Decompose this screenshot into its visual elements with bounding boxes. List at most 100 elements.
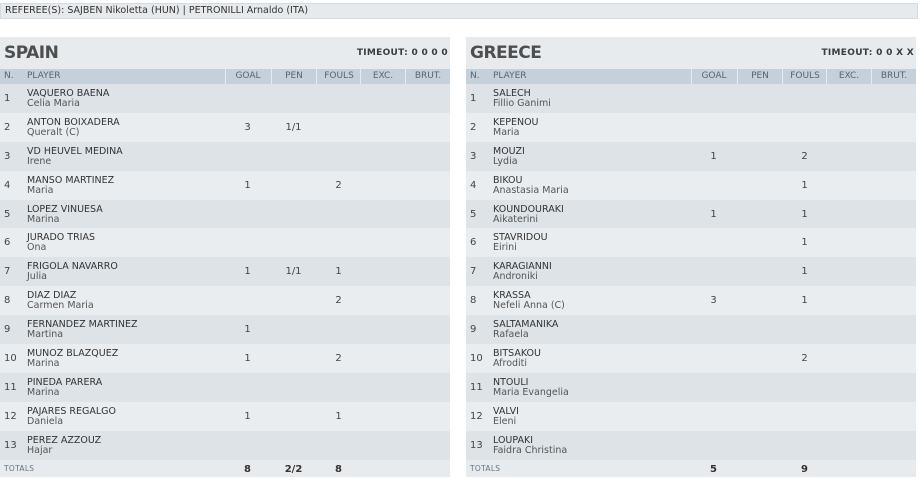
player-row: 8 DIAZ DIAZ Carmen Maria 2 bbox=[0, 286, 450, 316]
col-brut-header: BRUT. bbox=[405, 69, 450, 84]
player-goals: 1 bbox=[244, 324, 251, 336]
player-number: 9 bbox=[470, 324, 477, 336]
player-number: 7 bbox=[470, 266, 477, 278]
player-row: 8 KRASSA Nefeli Anna (C) 3 1 bbox=[466, 286, 916, 316]
player-first-name: Lydia bbox=[493, 155, 518, 167]
player-goals: 1 bbox=[244, 410, 251, 422]
player-first-name: Julia bbox=[27, 271, 47, 283]
player-row: 7 KARAGIANNI Androniki 1 bbox=[466, 257, 916, 287]
player-first-name: Carmen Maria bbox=[27, 300, 94, 312]
team-header: GREECE TIMEOUT: 0 0 X X bbox=[466, 37, 916, 69]
player-row: 1 VAQUERO BAENA Celia Maria bbox=[0, 84, 450, 113]
player-number: 4 bbox=[470, 179, 477, 191]
player-goals: 3 bbox=[710, 295, 717, 307]
player-row: 12 VALVI Eleni bbox=[466, 401, 916, 431]
player-first-name: Maria Evangelia bbox=[493, 386, 569, 398]
player-first-name: Maria bbox=[493, 126, 520, 138]
player-penalties: 1/1 bbox=[285, 266, 302, 278]
player-first-name: Faidra Christina bbox=[493, 444, 568, 456]
player-rows: 1 SALECH Fillio Ganimi 2 KEPENOU Maria 3 MOUZI L… bbox=[466, 84, 916, 460]
player-first-name: Marina bbox=[27, 358, 60, 370]
player-number: 13 bbox=[4, 439, 17, 451]
player-row: 6 JURADO TRIAS Ona bbox=[0, 228, 450, 258]
team-header: SPAIN TIMEOUT: 0 0 0 0 bbox=[0, 37, 450, 69]
player-number: 7 bbox=[4, 266, 11, 278]
player-first-name: Anastasia Maria bbox=[493, 184, 569, 196]
totals-fouls: 9 bbox=[801, 463, 808, 475]
player-fouls: 1 bbox=[801, 266, 808, 278]
player-number: 5 bbox=[470, 208, 477, 220]
player-number: 12 bbox=[4, 410, 17, 422]
player-first-name: Marina bbox=[27, 386, 60, 398]
player-first-name: Androniki bbox=[493, 271, 538, 283]
player-row: 5 KOUNDOURAKI Aikaterini 1 1 bbox=[466, 199, 916, 229]
timeout-info: TIMEOUT: 0 0 0 0 bbox=[356, 48, 448, 58]
player-number: 8 bbox=[470, 295, 477, 307]
totals-row: TOTALS 5 9 bbox=[466, 460, 916, 478]
referee-bar: REFEREE(S): SAJBEN Nikoletta (HUN) | PET… bbox=[0, 3, 918, 19]
player-number: 13 bbox=[470, 439, 483, 451]
player-first-name: Eirini bbox=[493, 242, 517, 254]
totals-goal: 5 bbox=[710, 463, 717, 475]
totals-goal: 8 bbox=[244, 463, 251, 475]
player-goals: 1 bbox=[710, 208, 717, 220]
player-first-name: Maria bbox=[27, 184, 54, 196]
player-row: 4 BIKOU Anastasia Maria 1 bbox=[466, 170, 916, 200]
col-goal-header: GOAL bbox=[225, 69, 270, 84]
col-pen-header: PEN bbox=[737, 69, 782, 84]
player-row: 1 SALECH Fillio Ganimi bbox=[466, 84, 916, 113]
player-row: 11 NTOULI Maria Evangelia bbox=[466, 372, 916, 402]
player-rows: 1 VAQUERO BAENA Celia Maria 2 ANTON BOIXADER… bbox=[0, 84, 450, 460]
player-number: 11 bbox=[470, 381, 483, 393]
column-header-row: N. PLAYER GOAL PEN FOULS EXC. BRUT. bbox=[0, 69, 450, 84]
team-panel-spain: SPAIN TIMEOUT: 0 0 0 0 N. PLAYER GOAL PE… bbox=[0, 37, 450, 477]
col-goal-header: GOAL bbox=[691, 69, 736, 84]
player-number: 8 bbox=[4, 295, 11, 307]
player-number: 1 bbox=[470, 93, 477, 104]
player-number: 9 bbox=[4, 324, 11, 336]
player-first-name: Hajar bbox=[27, 444, 53, 456]
player-number: 2 bbox=[470, 121, 477, 133]
totals-pen: 2/2 bbox=[284, 463, 303, 475]
player-number: 11 bbox=[4, 381, 17, 393]
player-first-name: Daniela bbox=[27, 415, 64, 427]
player-row: 13 PEREZ AZZOUZ Hajar bbox=[0, 430, 450, 460]
player-row: 3 MOUZI Lydia 1 2 bbox=[466, 141, 916, 171]
player-goals: 1 bbox=[244, 353, 251, 365]
player-number: 10 bbox=[470, 353, 483, 365]
player-row: 4 MANSO MARTINEZ Maria 1 2 bbox=[0, 170, 450, 200]
player-number: 6 bbox=[4, 237, 11, 249]
player-first-name: Afroditi bbox=[493, 358, 528, 370]
player-fouls: 1 bbox=[801, 208, 808, 220]
player-first-name: Ona bbox=[27, 242, 47, 254]
player-first-name: Nefeli Anna (C) bbox=[493, 300, 565, 312]
col-brut-header: BRUT. bbox=[871, 69, 916, 84]
player-number: 6 bbox=[470, 237, 477, 249]
col-pen-header: PEN bbox=[271, 69, 316, 84]
referee-text: REFEREE(S): SAJBEN Nikoletta (HUN) | PET… bbox=[5, 5, 309, 16]
player-goals: 3 bbox=[244, 121, 251, 133]
player-number: 5 bbox=[4, 208, 11, 220]
team-name: SPAIN bbox=[4, 43, 59, 63]
totals-row: TOTALS 8 2/2 8 bbox=[0, 460, 450, 478]
player-row: 3 VD HEUVEL MEDINA Irene bbox=[0, 141, 450, 171]
player-goals: 1 bbox=[710, 150, 717, 162]
player-fouls: 2 bbox=[801, 150, 808, 162]
player-first-name: Celia Maria bbox=[27, 98, 80, 109]
player-row: 2 KEPENOU Maria bbox=[466, 112, 916, 142]
player-first-name: Marina bbox=[27, 213, 60, 225]
team-name: GREECE bbox=[470, 43, 542, 63]
col-num-header: N. bbox=[470, 71, 480, 81]
player-number: 4 bbox=[4, 179, 11, 191]
player-number: 12 bbox=[470, 410, 483, 422]
player-first-name: Fillio Ganimi bbox=[493, 98, 551, 109]
player-number: 10 bbox=[4, 353, 17, 365]
player-first-name: Irene bbox=[27, 155, 52, 167]
player-number: 1 bbox=[4, 93, 11, 104]
player-goals: 1 bbox=[244, 266, 251, 278]
timeout-info: TIMEOUT: 0 0 X X bbox=[821, 48, 914, 58]
player-fouls: 1 bbox=[801, 295, 808, 307]
player-first-name: Aikaterini bbox=[493, 213, 539, 225]
player-number: 3 bbox=[4, 150, 11, 162]
player-fouls: 1 bbox=[801, 179, 808, 191]
